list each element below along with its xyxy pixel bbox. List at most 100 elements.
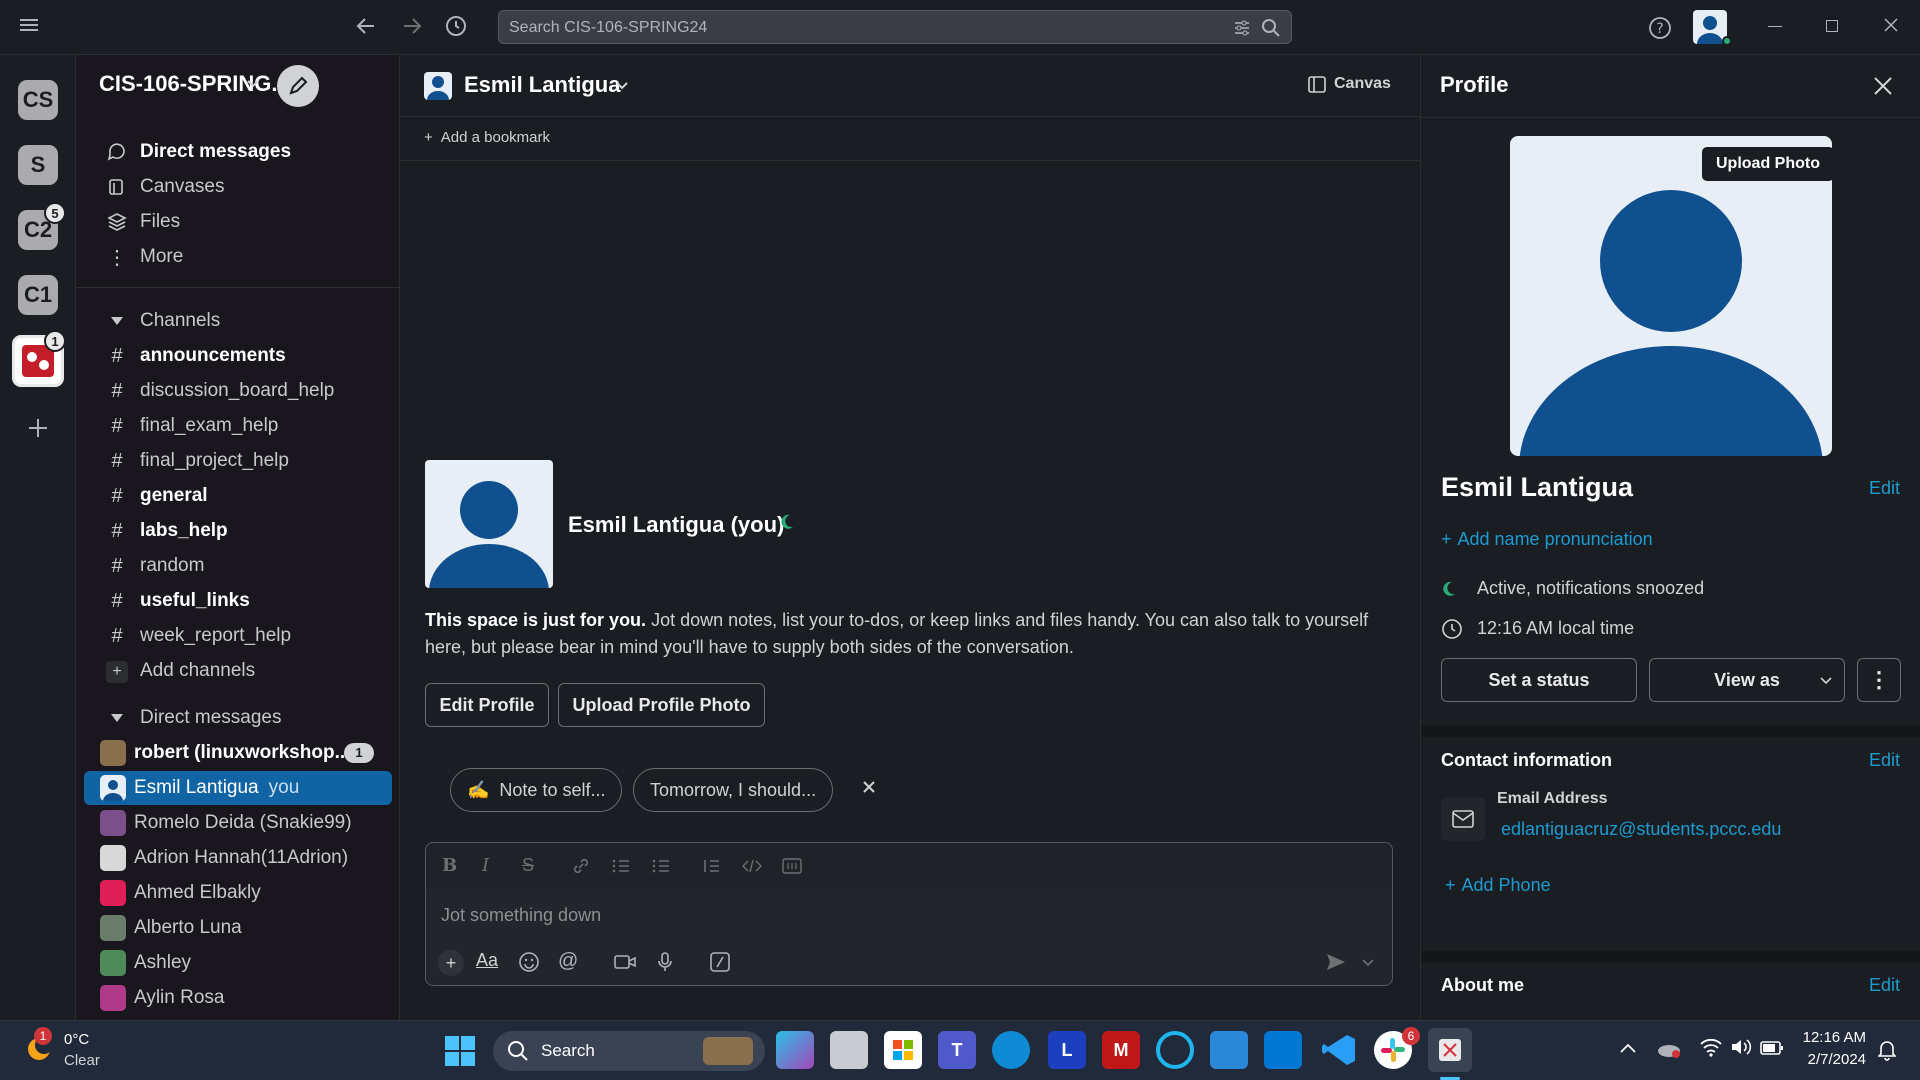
chevron-down-icon[interactable] (1362, 959, 1374, 967)
nav-direct-messages[interactable]: Direct messages (76, 135, 400, 169)
workspace-c1[interactable]: C1 (18, 275, 58, 315)
code-icon[interactable] (742, 857, 762, 875)
copilot-app-icon[interactable] (776, 1031, 814, 1069)
dm-item[interactable]: Adrion Hannah(11Adrion) (76, 841, 400, 875)
code-block-icon[interactable] (782, 857, 802, 875)
help-icon[interactable]: ? (1648, 16, 1672, 40)
chevron-down-icon[interactable] (616, 82, 628, 90)
notepad-icon[interactable] (1210, 1031, 1248, 1069)
edit-contact-link[interactable]: Edit (1869, 750, 1900, 771)
send-icon[interactable] (1326, 953, 1346, 971)
l-app-icon[interactable]: L (1048, 1031, 1086, 1069)
channels-section-header[interactable]: Channels (76, 304, 400, 338)
onedrive-icon[interactable] (1656, 1039, 1682, 1059)
channel-item[interactable]: # general (76, 479, 400, 513)
channel-item[interactable]: # random (76, 549, 400, 583)
workspace-cs[interactable]: CS (18, 80, 58, 120)
file-explorer-icon[interactable] (830, 1031, 868, 1069)
upload-photo-button[interactable]: Upload Photo (1702, 147, 1834, 181)
battery-icon[interactable] (1760, 1041, 1784, 1055)
bulleted-list-icon[interactable] (652, 857, 670, 875)
edit-about-link[interactable]: Edit (1869, 975, 1900, 996)
dm-item-selected[interactable]: Esmil Lantigua you (84, 771, 392, 805)
search-icon[interactable] (1261, 18, 1281, 38)
show-hidden-icons-icon[interactable] (1620, 1043, 1636, 1053)
dm-item[interactable]: Alberto Luna (76, 911, 400, 945)
close-panel-icon[interactable] (1873, 76, 1893, 96)
windows-start-icon[interactable] (444, 1035, 476, 1067)
mcafee-icon[interactable]: M (1102, 1031, 1140, 1069)
channel-item[interactable]: # final_project_help (76, 444, 400, 478)
view-as-button[interactable]: View as (1649, 658, 1845, 702)
wifi-icon[interactable] (1700, 1037, 1722, 1057)
edge-browser-icon[interactable] (992, 1031, 1030, 1069)
volume-icon[interactable] (1730, 1037, 1752, 1057)
minimize-icon[interactable] (1768, 26, 1782, 27)
history-icon[interactable] (444, 14, 468, 38)
add-bookmark-button[interactable]: + Add a bookmark (424, 129, 550, 146)
nav-files[interactable]: Files (76, 205, 400, 239)
edit-profile-link[interactable]: Edit (1869, 478, 1900, 499)
dm-item[interactable]: robert (linuxworkshop... 1 (76, 736, 400, 770)
add-phone-link[interactable]: + Add Phone (1445, 875, 1551, 896)
bold-icon[interactable]: B (442, 855, 457, 876)
photos-icon[interactable] (1264, 1031, 1302, 1069)
slash-command-icon[interactable] (709, 951, 731, 973)
channel-item[interactable]: # labs_help (76, 514, 400, 548)
composer-input[interactable]: Jot something down (441, 905, 601, 926)
workspace-name[interactable]: CIS-106-SPRING... (99, 71, 290, 97)
clock-date[interactable]: 2/7/2024 (1796, 1051, 1866, 1068)
dm-item[interactable]: Romelo Deida (Snakie99) (76, 806, 400, 840)
text-format-icon[interactable]: Aa (476, 950, 498, 971)
workspace-s[interactable]: S (18, 145, 58, 185)
conversation-title[interactable]: Esmil Lantigua (464, 72, 620, 98)
channel-item[interactable]: # final_exam_help (76, 409, 400, 443)
microphone-icon[interactable] (656, 951, 674, 973)
attach-plus-icon[interactable]: + (438, 950, 464, 976)
teams-icon[interactable]: T (938, 1031, 976, 1069)
add-workspace-icon[interactable] (27, 417, 49, 439)
blockquote-icon[interactable] (702, 857, 720, 875)
forward-arrow-icon[interactable] (400, 14, 424, 38)
dm-item[interactable]: Ahmed Elbakly (76, 876, 400, 910)
close-window-icon[interactable] (1883, 17, 1899, 33)
snipping-tool-icon[interactable] (1428, 1028, 1472, 1072)
taskbar-search[interactable]: Search (493, 1031, 765, 1071)
add-channels-button[interactable]: + Add channels (76, 654, 400, 688)
nav-more[interactable]: ⋮ More (76, 240, 400, 274)
link-icon[interactable] (572, 857, 590, 875)
upload-profile-photo-button[interactable]: Upload Profile Photo (558, 683, 765, 727)
chevron-down-icon[interactable] (246, 79, 260, 89)
more-actions-button[interactable]: ⋮ (1857, 658, 1901, 702)
search-input[interactable]: Search CIS-106-SPRING24 (498, 10, 1292, 44)
dm-section-header[interactable]: Direct messages (76, 701, 400, 735)
dismiss-suggestions-icon[interactable] (862, 780, 876, 794)
dm-item[interactable]: Aylin Rosa (76, 981, 400, 1015)
alexa-icon[interactable] (1156, 1031, 1194, 1069)
dm-item[interactable]: Ashley (76, 946, 400, 980)
video-icon[interactable] (614, 953, 636, 971)
set-status-button[interactable]: Set a status (1441, 658, 1637, 702)
back-arrow-icon[interactable] (354, 14, 378, 38)
strikethrough-icon[interactable]: S (522, 855, 534, 876)
mention-icon[interactable]: @ (558, 950, 578, 973)
channel-item[interactable]: # discussion_board_help (76, 374, 400, 408)
compose-button[interactable] (277, 65, 319, 107)
suggestion-chip[interactable]: ✍️ Note to self... (450, 768, 623, 812)
vscode-icon[interactable] (1320, 1031, 1358, 1069)
italic-icon[interactable]: I (482, 855, 489, 876)
channel-item[interactable]: # announcements (76, 339, 400, 373)
clock-time[interactable]: 12:16 AM (1800, 1029, 1866, 1046)
emoji-icon[interactable] (518, 951, 540, 973)
edit-profile-button[interactable]: Edit Profile (425, 683, 549, 727)
channel-item[interactable]: # week_report_help (76, 619, 400, 653)
restore-icon[interactable] (1826, 20, 1838, 32)
add-pronunciation-link[interactable]: + Add name pronunciation (1441, 529, 1653, 550)
nav-canvases[interactable]: Canvases (76, 170, 400, 204)
microsoft-store-icon[interactable] (884, 1031, 922, 1069)
hamburger-menu-icon[interactable] (20, 18, 38, 32)
channel-item[interactable]: # useful_links (76, 584, 400, 618)
filter-icon[interactable] (1233, 19, 1251, 37)
ordered-list-icon[interactable] (612, 857, 630, 875)
email-link[interactable]: edlantiguacruz@students.pccc.edu (1501, 819, 1781, 840)
